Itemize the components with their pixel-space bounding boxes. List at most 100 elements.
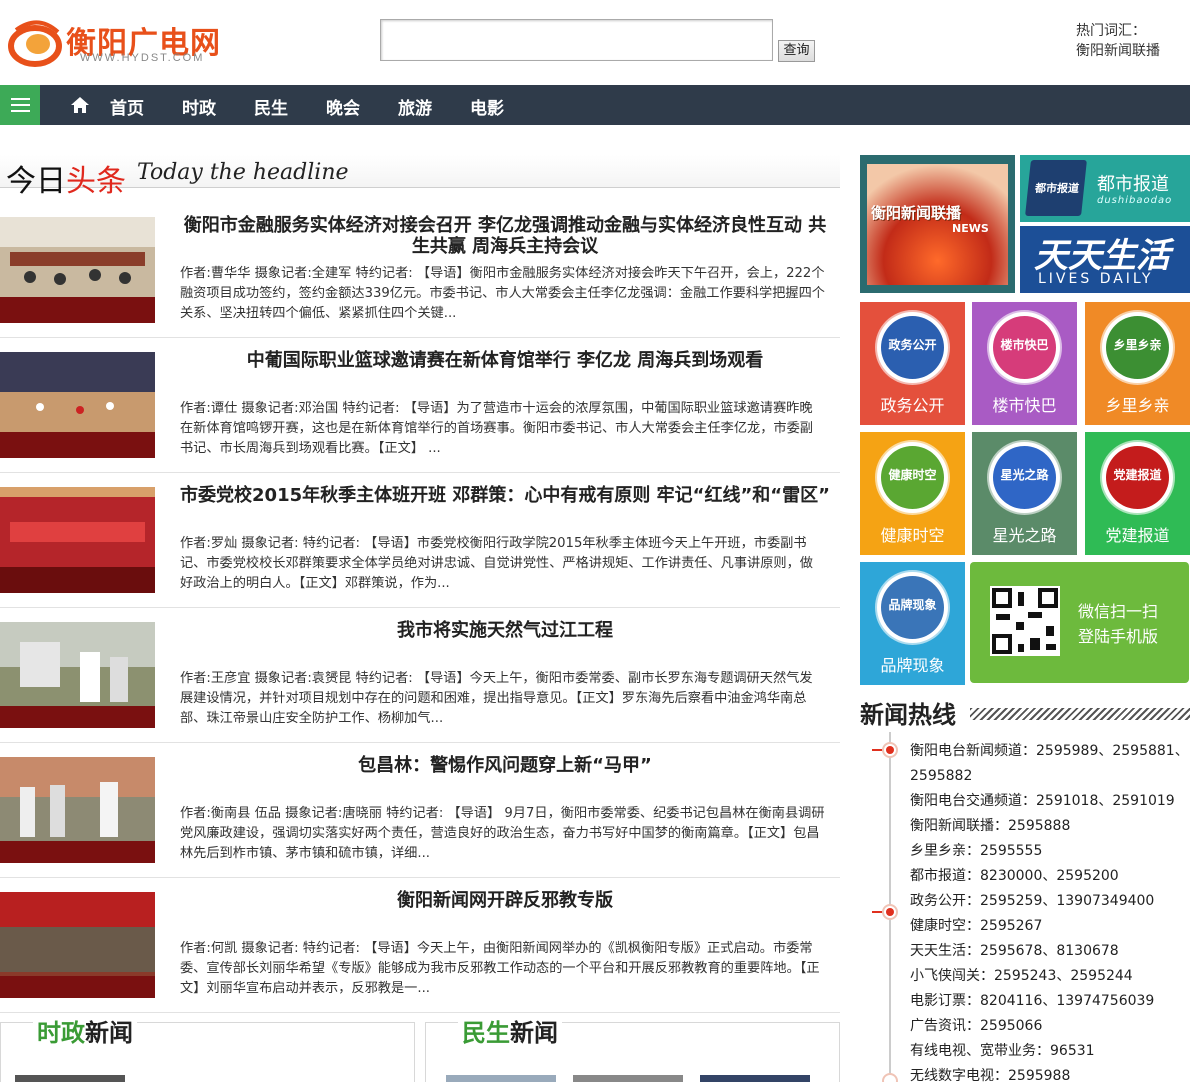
- menu-icon[interactable]: [0, 85, 40, 125]
- party-badge-icon: 党建报道: [1106, 446, 1169, 509]
- news-item[interactable]: 中葡国际职业篮球邀请赛在新体育馆举行 李亿龙 周海兵到场观看 作者:谭仕 摄象记…: [0, 338, 840, 473]
- news-broadcast-image: 衡阳新闻联播 NEWS: [867, 164, 1008, 285]
- nav-item-travel[interactable]: 旅游: [398, 94, 432, 119]
- news-title[interactable]: 衡阳新闻网开辟反邪教专版: [180, 890, 830, 911]
- qr-code-icon: [990, 586, 1060, 656]
- news-title[interactable]: 中葡国际职业篮球邀请赛在新体育馆举行 李亿龙 周海兵到场观看: [180, 350, 830, 371]
- tile-title: 天天生活: [1034, 236, 1170, 276]
- logo-url: WWW.HYDST.COM: [80, 52, 205, 64]
- logo-mark-icon: [8, 20, 62, 67]
- tile-label: 楼市快巴: [992, 396, 1057, 415]
- news-item[interactable]: 衡阳市金融服务实体经济对接会召开 李亿龙强调推动金融与实体经济良性互动 共生共赢…: [0, 203, 840, 338]
- search-button[interactable]: 查询: [778, 40, 815, 62]
- timeline-dot-icon: [882, 1073, 898, 1082]
- tile-label: 乡里乡亲: [1105, 396, 1170, 415]
- tile-party[interactable]: 党建报道 党建报道: [1085, 432, 1190, 555]
- news-title[interactable]: 衡阳市金融服务实体经济对接会召开 李亿龙强调推动金融与实体经济良性互动 共生共赢…: [180, 215, 830, 257]
- news-thumbnail[interactable]: [0, 622, 155, 728]
- headline-title-cn: 今日头条: [6, 164, 126, 199]
- news-summary: 作者:王彦宜 摄象记者:袁赟昆 特约记者: 【导语】今天上午，衡阳市委常委、副市…: [180, 671, 813, 726]
- news-thumbnail[interactable]: [700, 1075, 810, 1082]
- decorative-stripes: [970, 708, 1190, 720]
- site-header: 衡阳广电网 WWW.HYDST.COM 查询 热门词汇： 衡阳新闻联播: [0, 0, 1190, 85]
- today-headline-header: 今日头条 Today the headline: [0, 155, 840, 199]
- city-report-logo: 都市报道: [1025, 160, 1087, 216]
- news-summary: 作者:曹华华 摄象记者:全建军 特约记者: 【导语】衡阳市金融服务实体经济对接会…: [180, 266, 825, 321]
- news-summary: 作者:罗灿 摄象记者: 特约记者: 【导语】市委党校衡阳行政学院2015年秋季主…: [180, 536, 813, 591]
- news-item[interactable]: 包昌林：警惕作风问题穿上新“马甲” 作者:衡南县 伍品 摄象记者:唐晓丽 特约记…: [0, 743, 840, 878]
- site-logo[interactable]: 衡阳广电网 WWW.HYDST.COM: [8, 16, 223, 72]
- nav-item-livelihood[interactable]: 民生: [254, 94, 288, 119]
- tile-starlight[interactable]: 星光之路 星光之路: [972, 432, 1077, 555]
- property-badge-icon: 楼市快巴: [993, 316, 1056, 379]
- news-title[interactable]: 我市将实施天然气过江工程: [180, 620, 830, 641]
- timeline-dot-icon: [882, 742, 898, 758]
- nav-item-movie[interactable]: 电影: [470, 94, 504, 119]
- news-broadcast-banner[interactable]: 衡阳新闻联播 NEWS: [860, 155, 1015, 293]
- hometown-badge-icon: 乡里乡亲: [1106, 316, 1169, 379]
- news-item[interactable]: 衡阳新闻网开辟反邪教专版 作者:何凯 摄象记者: 特约记者: 【导语】今天上午，…: [0, 878, 840, 1013]
- hotline-item: 健康时空：2595267: [910, 918, 1043, 934]
- banner-badge: NEWS: [952, 222, 989, 235]
- news-summary: 作者:谭仕 摄象记者:邓治国 特约记者: 【导语】为了营造市十运会的浓厚氛围，中…: [180, 401, 813, 456]
- tile-label: 党建报道: [1105, 526, 1170, 545]
- timeline-dot-icon: [882, 904, 898, 920]
- tile-lives-daily[interactable]: 天天生活 LIVES DAILY: [1020, 226, 1190, 293]
- livelihood-news-section: 民生新闻: [425, 1013, 840, 1082]
- hotline-item: 有线电视、宽带业务：96531: [910, 1043, 1095, 1059]
- hotline-item: 衡阳新闻联播：2595888: [910, 818, 1071, 834]
- tile-city-report[interactable]: 都市报道 都市报道 dushibaodao: [1020, 155, 1190, 222]
- news-title[interactable]: 市委党校2015年秋季主体班开班 邓群策：心中有戒有原则 牢记“红线”和“雷区”: [180, 485, 830, 506]
- news-thumbnail[interactable]: [15, 1075, 125, 1082]
- hotline-item: 都市报道：8230000、2595200: [910, 868, 1119, 884]
- wechat-text-line1: 微信扫一扫: [1078, 602, 1159, 621]
- tile-label: 品牌现象: [880, 656, 945, 675]
- hotline-title: 新闻热线: [860, 700, 956, 729]
- hot-word-link[interactable]: 衡阳新闻联播: [1076, 40, 1160, 60]
- news-thumbnail[interactable]: [0, 757, 155, 863]
- tile-label: 健康时空: [880, 526, 945, 545]
- hotline-list: 衡阳电台新闻频道：2595989、2595881、2595882 衡阳电台交通频…: [910, 739, 1190, 1082]
- hotline-item: 政务公开：2595259、13907349400: [910, 893, 1155, 909]
- hotline-item: 无线数字电视：2595988: [910, 1068, 1071, 1082]
- section-title[interactable]: 时政新闻: [33, 1013, 137, 1048]
- nav-item-home[interactable]: 首页: [110, 94, 144, 119]
- hot-words-label: 热门词汇：: [1076, 23, 1146, 39]
- news-thumbnail[interactable]: [0, 352, 155, 458]
- main-nav: 首页 时政 民生 晚会 旅游 电影: [0, 85, 1190, 125]
- hotline-item: 广告资讯：2595066: [910, 1018, 1043, 1034]
- news-item[interactable]: 我市将实施天然气过江工程 作者:王彦宜 摄象记者:袁赟昆 特约记者: 【导语】今…: [0, 608, 840, 743]
- news-item[interactable]: 市委党校2015年秋季主体班开班 邓群策：心中有戒有原则 牢记“红线”和“雷区”…: [0, 473, 840, 608]
- government-badge-icon: 政务公开: [881, 316, 944, 379]
- headline-title-en: Today the headline: [137, 160, 349, 185]
- tile-title: 都市报道: [1097, 174, 1169, 195]
- news-thumbnail[interactable]: [573, 1075, 683, 1082]
- hotline-item: 衡阳电台新闻频道：2595989、2595881、2595882: [910, 743, 1189, 784]
- news-thumbnail[interactable]: [0, 892, 155, 998]
- nav-item-gala[interactable]: 晚会: [326, 94, 360, 119]
- section-title[interactable]: 民生新闻: [458, 1013, 562, 1048]
- tile-brand[interactable]: 品牌现象 品牌现象: [860, 562, 965, 685]
- starlight-badge-icon: 星光之路: [993, 446, 1056, 509]
- news-thumbnail[interactable]: [0, 487, 155, 593]
- tile-subtitle: dushibaodao: [1097, 195, 1173, 206]
- tile-government[interactable]: 政务公开 政务公开: [860, 302, 965, 425]
- tile-property[interactable]: 楼市快巴 楼市快巴: [972, 302, 1077, 425]
- news-summary: 作者:衡南县 伍品 摄象记者:唐晓丽 特约记者: 【导语】 9月7日，衡阳市委常…: [180, 806, 825, 861]
- tile-health[interactable]: 健康时空 健康时空: [860, 432, 965, 555]
- news-thumbnail[interactable]: [446, 1075, 556, 1082]
- hotline-item: 乡里乡亲：2595555: [910, 843, 1043, 859]
- news-title[interactable]: 包昌林：警惕作风问题穿上新“马甲”: [180, 755, 830, 776]
- health-badge-icon: 健康时空: [881, 446, 944, 509]
- search-input[interactable]: [380, 19, 773, 61]
- wechat-qr-tile[interactable]: 微信扫一扫 登陆手机版: [970, 562, 1189, 683]
- news-thumbnail[interactable]: [0, 217, 155, 323]
- news-summary: 作者:何凯 摄象记者: 特约记者: 【导语】今天上午，由衡阳新闻网举办的《凯枫衡…: [180, 941, 820, 996]
- brand-badge-icon: 品牌现象: [881, 576, 944, 639]
- hotline-header: 新闻热线: [860, 693, 1190, 729]
- tile-subtitle: LIVES DAILY: [1038, 271, 1154, 287]
- tile-hometown[interactable]: 乡里乡亲 乡里乡亲: [1085, 302, 1190, 425]
- nav-item-politics[interactable]: 时政: [182, 94, 216, 119]
- hotline-item: 小飞侠闯关：2595243、2595244: [910, 968, 1133, 984]
- home-icon[interactable]: [70, 96, 90, 114]
